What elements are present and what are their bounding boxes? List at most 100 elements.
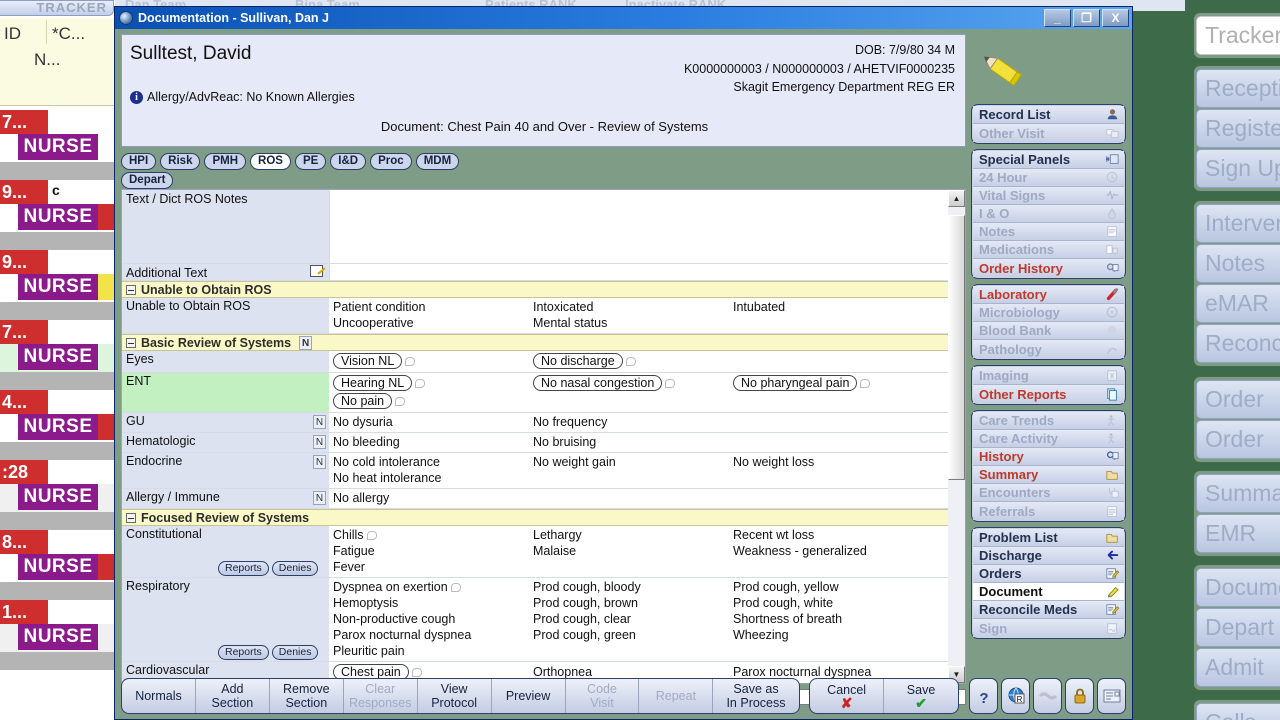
ros-notes-input[interactable] [329,190,949,263]
ros-option[interactable]: No weight gain [529,454,729,470]
toolbar-help-icon[interactable]: ? [969,678,998,714]
ros-option-label[interactable]: Shortness of breath [733,612,842,626]
tracker-row[interactable]: 9... NURSE [0,250,115,320]
ros-option[interactable]: Prod cough, bloody [529,579,729,595]
edit-note-icon[interactable] [310,265,323,277]
ros-option[interactable]: No weight loss [729,454,929,470]
ros-option-label[interactable]: Prod cough, brown [533,596,638,610]
sidebar-item-special-panels[interactable]: Special Panels [973,151,1124,169]
ros-row-label[interactable]: Respiratory Reports Denies [122,578,329,661]
sidebar-item-other-reports[interactable]: Other Reports [973,385,1124,403]
ros-option-label[interactable]: No allergy [333,491,389,505]
ros-option-label[interactable]: Recent wt loss [733,528,814,542]
ros-option[interactable]: No bruising [529,434,729,450]
comment-bubble-icon[interactable] [450,582,461,592]
ros-option[interactable]: Prod cough, brown [529,595,729,611]
sidebar-item-laboratory[interactable]: Laboratory [973,286,1124,304]
ros-option-label[interactable]: Prod cough, yellow [733,580,839,594]
right-nav-emar[interactable]: eMAR [1196,284,1280,323]
right-sidebar-menu[interactable]: Record List Other Visit Special Panels 24 H… [971,104,1126,639]
right-nav-emr[interactable]: EMR [1196,514,1280,553]
tracker-row[interactable]: :28 NURSE [0,460,115,530]
ros-option-label[interactable]: Uncooperative [333,316,414,330]
ros-option-selected[interactable]: No pharyngeal pain [733,375,858,391]
reports-button[interactable]: Reports [218,645,269,660]
section-header[interactable]: Basic Review of Systems N [122,334,949,351]
tracker-board-background[interactable]: TRACKER ID *C... N... 7... NURSE 9... c NURS… [0,0,115,720]
ros-row-label[interactable]: GU N [122,413,329,432]
ros-option-label[interactable]: Prod cough, green [533,628,636,642]
scroll-up-button[interactable]: ▲ [948,190,965,207]
ros-option[interactable]: Non-productive cough [329,611,529,627]
right-nav-intervent[interactable]: Intervent [1196,204,1280,243]
ros-option[interactable]: Pleuritic pain [329,643,529,659]
ros-option[interactable]: Malaise [529,543,729,559]
tracker-row[interactable]: 4... NURSE [0,390,115,460]
comment-bubble-icon[interactable] [665,378,676,388]
right-nav-background[interactable]: TrackerReceptionRegisterSign UpIntervent… [1185,0,1280,720]
ros-option-label[interactable]: No heat intolerance [333,471,441,485]
ros-option[interactable]: Intubated [729,299,929,315]
ros-row[interactable]: Hematologic N No bleeding No bruising [122,433,949,453]
tab-mdm[interactable]: MDM [415,153,460,170]
collapse-icon[interactable] [126,512,136,523]
ros-option[interactable]: Recent wt loss [729,527,929,543]
ros-option[interactable]: Fatigue [329,543,529,559]
ros-row-label[interactable]: Unable to Obtain ROS [122,298,329,333]
ros-option-label[interactable]: No frequency [533,415,607,429]
ros-option-selected[interactable]: No pain [333,393,393,409]
ros-option[interactable]: No discharge [529,352,729,370]
ros-option-label[interactable]: Fatigue [333,544,375,558]
right-nav-tracker[interactable]: Tracker [1196,16,1280,55]
tab-pmh[interactable]: PMH [204,153,247,170]
toolbar-lock-icon[interactable] [1065,678,1094,714]
toolbar-add-section-button[interactable]: Add Section [196,679,270,713]
ros-option[interactable]: Prod cough, yellow [729,579,929,595]
tab-hpi[interactable]: HPI [121,153,157,170]
right-nav-admit[interactable]: Admit [1196,648,1280,687]
ros-option-label[interactable]: Prod cough, white [733,596,833,610]
tab-i-d[interactable]: I&D [330,153,367,170]
right-nav-order[interactable]: Order [1196,420,1280,459]
ros-option[interactable]: Prod cough, green [529,627,729,643]
ros-row[interactable]: GU N No dysuria No frequency [122,413,949,433]
row-normal-flag[interactable]: N [313,415,326,429]
ros-option[interactable]: No pharyngeal pain [729,374,929,392]
sidebar-item-problem-list[interactable]: Problem List [973,529,1124,547]
right-nav-sign-up[interactable]: Sign Up [1196,149,1280,188]
reports-denies-buttons[interactable]: Reports Denies [218,645,319,660]
right-nav-order[interactable]: Order [1196,380,1280,419]
ros-option-label[interactable]: Lethargy [533,528,582,542]
ros-option-label[interactable]: Malaise [533,544,576,558]
additional-text-input[interactable] [329,264,949,280]
ros-option[interactable]: Mental status [529,315,729,331]
ros-option[interactable]: No dysuria [329,414,529,430]
ros-row[interactable]: Respiratory Reports Denies Dyspnea on exert… [122,578,949,662]
toolbar-globe-icon[interactable]: R [1001,678,1030,714]
ros-option[interactable]: Parox nocturnal dyspnea [329,627,529,643]
ros-option[interactable]: Intoxicated [529,299,729,315]
comment-bubble-icon[interactable] [395,396,406,406]
ros-option[interactable]: Hemoptysis [329,595,529,611]
section-tabs[interactable]: HPI Risk PMH ROS PE I&D Proc MDM Depart [121,151,966,189]
close-button[interactable]: X [1102,9,1129,27]
row-normal-flag[interactable]: N [313,455,326,469]
tab-risk[interactable]: Risk [160,153,201,170]
comment-bubble-icon[interactable] [860,378,871,388]
comment-bubble-icon[interactable] [405,356,416,366]
ros-option-label[interactable]: Hemoptysis [333,596,398,610]
ros-option-label[interactable]: Wheezing [733,628,789,642]
section-normal-flag[interactable]: N [299,335,313,350]
sidebar-item-document[interactable]: Document [973,583,1124,601]
tab-proc[interactable]: Proc [370,153,412,170]
sidebar-item-order-history[interactable]: Order History [973,259,1124,277]
tab-pe[interactable]: PE [294,153,327,170]
ros-option[interactable]: Prod cough, white [729,595,929,611]
ros-option-label[interactable]: Chills [333,528,364,542]
sidebar-item-orders[interactable]: Orders [973,565,1124,583]
ros-option-label[interactable]: Dyspnea on exertion [333,580,448,594]
ros-option-label[interactable]: Fever [333,560,365,574]
ros-option-label[interactable]: No cold intolerance [333,455,440,469]
tab-ros[interactable]: ROS [250,153,291,170]
ros-option[interactable]: No pain [329,392,529,410]
